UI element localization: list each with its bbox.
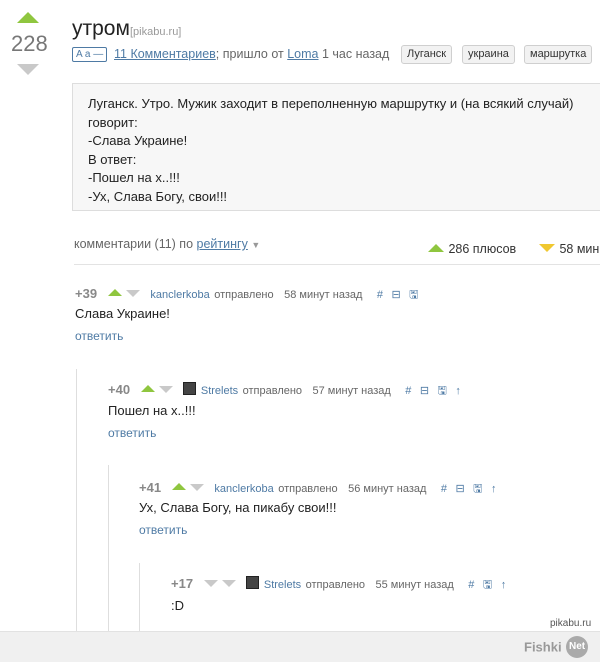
story-line: -Ух, Слава Богу, свои!!! [88,188,228,204]
comment-time: 56 минут назад [348,483,427,495]
comment-time: 55 минут назад [375,579,454,591]
tag-lugansk[interactable]: Луганск [401,45,453,64]
comments-sort-bar: комментарии (11) по рейтингу ▼ [74,237,260,251]
reply-link[interactable]: ответить [139,523,187,537]
comment-text: Слава Украине! [75,306,170,321]
net-text: Net [568,641,586,652]
comment-upvote-icon[interactable] [171,483,186,490]
story-line: говорит: [88,114,138,130]
parent-arrow-icon[interactable]: ↑ [491,483,497,495]
save-icon[interactable]: 🖫 [438,385,447,397]
comment-upvote-icon[interactable] [140,385,155,392]
sort-rating-link[interactable]: рейтингу [197,237,248,251]
fishki-text: Fishki [524,639,562,655]
plus-triangle-icon [428,244,444,252]
minus-triangle-icon [539,244,555,252]
divider [74,264,600,265]
comment-text: Пошел на х..!!! [108,403,196,418]
comment-downvote-icon[interactable] [125,290,140,297]
parent-arrow-icon[interactable]: ↑ [501,579,507,591]
comment-author[interactable]: Strelets [264,579,301,591]
story-line: В ответ: [88,151,137,167]
font-size-toggle[interactable]: A a — [72,47,108,62]
permalink-hash-icon[interactable]: # [405,385,411,397]
comment-verb: отправлено [278,483,338,495]
comment-author[interactable]: kanclerkoba [214,483,273,495]
comment-downvote-icon[interactable] [221,580,236,587]
story-line: -Пошел на х..!!! [88,170,180,185]
comment-score: +40 [108,382,131,397]
post-time: 1 час назад [322,47,390,61]
comment-text: Ух, Слава Богу, на пикабу свои!!! [139,500,337,515]
posted-prefix: ; пришло от [215,47,284,61]
save-icon[interactable]: 🖫 [473,483,482,495]
comment-author[interactable]: Strelets [201,385,238,397]
comment-text: :D [171,598,184,613]
parent-arrow-icon[interactable]: ↑ [455,385,461,397]
minuses-count: 58 мин [559,242,600,256]
permalink-hash-icon[interactable]: # [468,579,474,591]
post-content: Луганск. Утро. Мужик заходит в переполне… [72,83,600,211]
comment-author[interactable]: kanclerkoba [150,289,209,301]
site-watermark: pikabu.ru [550,618,592,629]
post-title[interactable]: утром [72,17,130,41]
post-rating: 228 [11,31,48,56]
comment-upvote-icon[interactable] [107,289,122,296]
reply-link[interactable]: ответить [108,426,156,440]
collapse-icon[interactable]: ⊟ [455,483,464,495]
permalink-hash-icon[interactable]: # [377,289,383,301]
comments-link[interactable]: 11 Комментариев [114,47,216,61]
comment-downvote-icon[interactable] [189,484,204,491]
collapse-icon[interactable]: ⊟ [420,385,429,397]
comment-time: 58 минут назад [284,289,363,301]
tag-ukraine[interactable]: украина [462,45,515,64]
comments-count-label: комментарии (11) по [74,237,194,251]
post-source: [pikabu.ru] [130,26,182,38]
comment-header: +41 kanclerkoba отправлено 56 минут наза… [139,479,496,499]
post-author-link[interactable]: Loma [287,47,318,61]
save-icon[interactable]: 🖫 [483,579,492,591]
minuses-summary: 58 мин [539,240,599,258]
comment-verb: отправлено [214,289,274,301]
comment-downvote-icon[interactable] [203,580,218,587]
avatar [183,382,197,395]
comment-header: +39 kanclerkoba отправлено 58 минут наза… [75,285,419,305]
story-line: -Слава Украине! [88,133,188,148]
comment-time: 57 минут назад [312,385,391,397]
comment-verb: отправлено [305,579,366,591]
story-line: Луганск. Утро. Мужик заходит в переполне… [88,96,574,111]
pluses-summary: 286 плюсов [428,240,516,258]
fishki-logo: Fishki Net [524,636,589,658]
permalink-hash-icon[interactable]: # [441,483,447,495]
collapse-icon[interactable]: ⊟ [391,289,400,301]
avatar [246,576,260,589]
downvote-post-icon[interactable] [17,64,39,75]
net-badge: Net [566,636,589,658]
comment-header: +40 Strelets отправлено 57 минут назад #… [108,381,461,401]
chevron-down-icon[interactable]: ▼ [251,240,260,250]
pluses-count: 286 плюсов [448,242,517,256]
save-icon[interactable]: 🖫 [409,289,418,301]
comment-downvote-icon[interactable] [158,386,173,393]
upvote-post-icon[interactable] [17,12,39,23]
reply-link[interactable]: ответить [75,329,123,343]
comment-verb: отправлено [242,385,303,397]
tag-marshrutka[interactable]: маршрутка [524,45,593,64]
comment-header: +17 Strelets отправлено 55 минут назад #… [171,575,506,595]
footer-bar [0,631,600,662]
post-meta: 11 Комментариев; пришло от Loma 1 час на… [114,47,389,61]
comment-score: +17 [171,576,194,591]
comment-score: +39 [75,286,98,301]
comment-score: +41 [139,480,162,495]
thread-line [76,369,77,661]
